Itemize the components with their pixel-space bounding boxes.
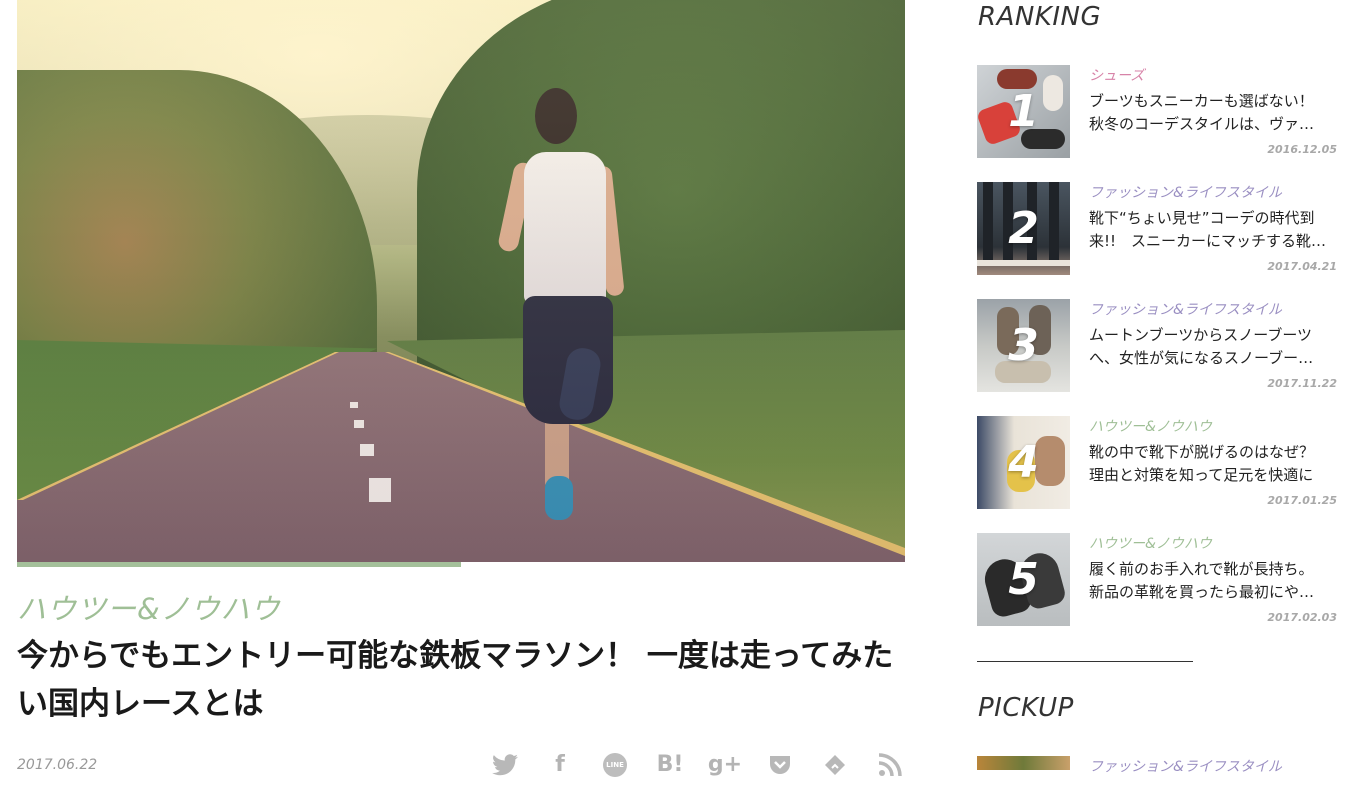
ranking-title-line: へ、女性が気になるスノーブー…	[1089, 349, 1314, 367]
ranking-category[interactable]: ファッション&ライフスタイル	[1089, 299, 1282, 319]
article-title: 今からでもエントリー可能な鉄板マラソン！ 一度は走ってみたい国内レースとは	[17, 638, 894, 722]
ranking-title-line: 靴の中で靴下が脱げるのはなぜ？	[1089, 443, 1315, 461]
ranking-date: 2017.02.03	[1267, 611, 1337, 624]
hero-tint	[17, 0, 905, 562]
ranking-title[interactable]: 履く前のお手入れで靴が長持ち。 新品の革靴を買ったら最初にや…	[1089, 558, 1335, 604]
ranking-title-line: ブーツもスニーカーも選ばない！	[1089, 92, 1314, 110]
ranking-thumbnail[interactable]: 1	[977, 65, 1070, 158]
ranking-thumbnail[interactable]: 5	[977, 533, 1070, 626]
ranking-item[interactable]: 5 ハウツー&ノウハウ 履く前のお手入れで靴が長持ち。 新品の革靴を買ったら最初…	[977, 533, 1347, 627]
ranking-date: 2017.01.25	[1267, 494, 1337, 507]
ranking-number: 5	[1008, 554, 1039, 605]
hatena-bookmark-icon[interactable]: B!	[653, 748, 687, 782]
article-hero-image	[17, 0, 905, 562]
ranking-title[interactable]: ムートンブーツからスノーブーツ へ、女性が気になるスノーブー…	[1089, 324, 1335, 370]
ranking-section-title: RANKING	[978, 2, 1102, 32]
ranking-title-line: 新品の革靴を買ったら最初にや…	[1089, 583, 1315, 601]
ranking-category[interactable]: ファッション&ライフスタイル	[1089, 182, 1282, 202]
ranking-category[interactable]: ハウツー&ノウハウ	[1089, 533, 1212, 553]
ranking-item[interactable]: 3 ファッション&ライフスタイル ムートンブーツからスノーブーツ へ、女性が気に…	[977, 299, 1347, 393]
pickup-item[interactable]: ファッション&ライフスタイル	[977, 756, 1347, 796]
feedly-icon[interactable]	[818, 748, 852, 782]
ranking-category[interactable]: シューズ	[1089, 65, 1144, 85]
line-icon-label: LINE	[603, 753, 627, 777]
sidebar-divider	[977, 661, 1193, 662]
twitter-icon[interactable]	[488, 748, 522, 782]
ranking-title-line: 秋冬のコーデスタイルは、ヴァ…	[1089, 115, 1315, 133]
ranking-number: 4	[1008, 437, 1039, 488]
rss-icon[interactable]	[873, 748, 907, 782]
ranking-item[interactable]: 4 ハウツー&ノウハウ 靴の中で靴下が脱げるのはなぜ？ 理由と対策を知って足元を…	[977, 416, 1347, 510]
google-plus-icon[interactable]: g+	[708, 748, 742, 782]
ranking-title[interactable]: ブーツもスニーカーも選ばない！ 秋冬のコーデスタイルは、ヴァ…	[1089, 90, 1335, 136]
article-date: 2017.06.22	[17, 757, 98, 773]
share-buttons: f LINE B! g+	[488, 748, 928, 782]
ranking-date: 2017.11.22	[1267, 377, 1337, 390]
ranking-date: 2016.12.05	[1267, 143, 1337, 156]
facebook-icon[interactable]: f	[543, 748, 577, 782]
ranking-thumbnail[interactable]: 2	[977, 182, 1070, 275]
ranking-thumbnail[interactable]: 3	[977, 299, 1070, 392]
ranking-category[interactable]: ハウツー&ノウハウ	[1089, 416, 1212, 436]
ranking-title-line: 靴下“ちょい見せ”コーデの時代到	[1089, 209, 1315, 227]
article-category[interactable]: ハウツー&ノウハウ	[17, 586, 281, 628]
pickup-category[interactable]: ファッション&ライフスタイル	[1089, 756, 1282, 776]
ranking-item[interactable]: 1 シューズ ブーツもスニーカーも選ばない！ 秋冬のコーデスタイルは、ヴァ… 2…	[977, 65, 1347, 159]
ranking-title-line: 理由と対策を知って足元を快適に	[1089, 466, 1314, 484]
ranking-title-line: 履く前のお手入れで靴が長持ち。	[1089, 560, 1314, 578]
ranking-item[interactable]: 2 ファッション&ライフスタイル 靴下“ちょい見せ”コーデの時代到 来!! スニ…	[977, 182, 1347, 276]
pickup-section-title: PICKUP	[978, 693, 1074, 723]
ranking-number: 3	[1008, 320, 1039, 371]
ranking-title[interactable]: 靴下“ちょい見せ”コーデの時代到 来!! スニーカーにマッチする靴…	[1089, 207, 1335, 253]
pocket-icon[interactable]	[763, 748, 797, 782]
pickup-thumbnail[interactable]	[977, 756, 1070, 770]
reading-progress-bar	[17, 562, 461, 567]
ranking-title[interactable]: 靴の中で靴下が脱げるのはなぜ？ 理由と対策を知って足元を快適に	[1089, 441, 1335, 487]
ranking-title-line: 来!! スニーカーにマッチする靴…	[1089, 232, 1327, 250]
ranking-title-line: ムートンブーツからスノーブーツ	[1089, 326, 1313, 344]
ranking-thumbnail[interactable]: 4	[977, 416, 1070, 509]
ranking-date: 2017.04.21	[1267, 260, 1337, 273]
ranking-number: 1	[1008, 86, 1039, 137]
ranking-number: 2	[1008, 203, 1039, 254]
line-icon[interactable]: LINE	[598, 748, 632, 782]
